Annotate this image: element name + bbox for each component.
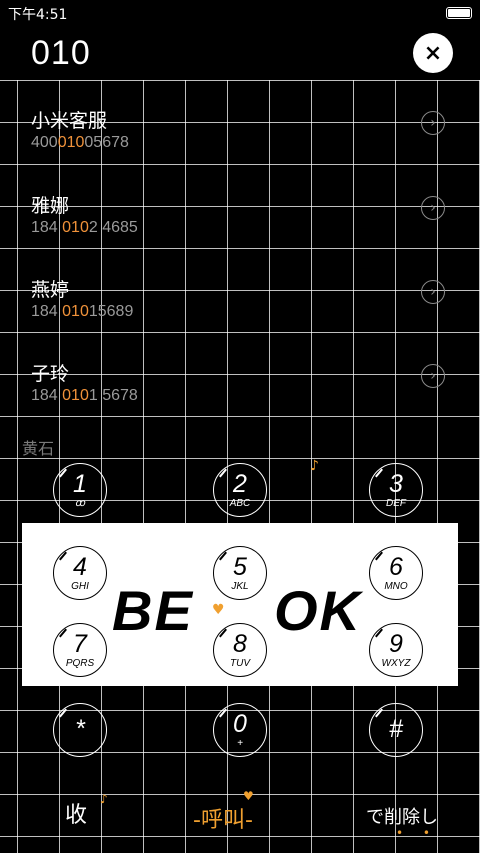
key-2[interactable]: 2 ABC: [213, 463, 267, 517]
collapse-keypad-button[interactable]: 收: [65, 797, 87, 829]
key-letters: DEF: [386, 497, 406, 509]
key-letters: +: [237, 737, 243, 749]
contact-row[interactable]: 子玲 184 0101 5678 ›: [0, 359, 480, 443]
contact-number: 184 0101 5678: [31, 387, 138, 404]
heart-icon: ♥: [212, 602, 225, 618]
contact-name: 雅娜: [31, 195, 70, 217]
heart-icon: ♥: [243, 789, 254, 803]
battery-icon: [446, 7, 472, 19]
partial-section-header: 黄石: [22, 439, 55, 458]
music-note-icon: ♪: [310, 458, 319, 474]
chevron-right-icon[interactable]: ›: [421, 280, 445, 304]
contact-row[interactable]: 小米客服 40001005678 ›: [0, 106, 480, 190]
key-5[interactable]: 5 JKL: [213, 546, 267, 600]
dial-input-display[interactable]: 010: [31, 34, 91, 73]
key-digit: 3: [389, 469, 403, 498]
key-star[interactable]: *: [53, 703, 107, 757]
key-letters: WXYZ: [381, 657, 411, 669]
banner-text-right: OK: [274, 579, 362, 642]
decorative-dots: • •: [396, 826, 438, 840]
chevron-right-icon[interactable]: ›: [421, 196, 445, 220]
key-4[interactable]: 4 GHI: [53, 546, 107, 600]
key-letters: TUV: [230, 657, 250, 669]
key-digit: 9: [389, 629, 403, 658]
voicemail-icon: ꝏ: [74, 497, 86, 509]
key-letters: JKL: [231, 580, 249, 592]
key-digit: 1: [73, 469, 87, 498]
chevron-right-icon[interactable]: ›: [421, 111, 445, 135]
music-note-icon: ♪: [100, 792, 108, 806]
key-digit: 8: [233, 629, 247, 658]
key-letters: PQRS: [65, 657, 95, 669]
chevron-right-icon[interactable]: ›: [421, 364, 445, 388]
clear-button[interactable]: ×: [413, 33, 453, 73]
contact-row[interactable]: 燕婷 184 01015689 ›: [0, 275, 480, 359]
close-icon: ×: [423, 40, 443, 66]
banner-text-left: BE: [112, 579, 194, 642]
contact-number: 184 0102 4685: [31, 219, 138, 236]
key-1[interactable]: 1 ꝏ: [53, 463, 107, 517]
key-7[interactable]: 7 PQRS: [53, 623, 107, 677]
contact-name: 燕婷: [31, 279, 70, 301]
key-digit: 4: [73, 552, 87, 581]
key-digit: 6: [389, 552, 403, 581]
key-hash[interactable]: #: [369, 703, 423, 757]
contact-name: 小米客服: [31, 110, 108, 132]
contact-number: 184 01015689: [31, 303, 134, 320]
status-time: 下午4:51: [8, 7, 68, 23]
call-button[interactable]: -呼叫-: [193, 802, 253, 834]
key-letters: MNO: [384, 580, 408, 592]
contact-number: 40001005678: [31, 134, 129, 151]
contact-name: 子玲: [31, 363, 70, 385]
key-8[interactable]: 8 TUV: [213, 623, 267, 677]
key-3[interactable]: 3 DEF: [369, 463, 423, 517]
contact-row[interactable]: 雅娜 184 0102 4685 ›: [0, 191, 480, 275]
key-0[interactable]: 0 +: [213, 703, 267, 757]
key-digit: #: [389, 714, 403, 743]
key-digit: *: [75, 714, 85, 743]
key-digit: 7: [73, 629, 87, 658]
key-digit: 5: [233, 552, 247, 581]
key-digit: 0: [233, 709, 247, 738]
key-letters: ABC: [229, 497, 251, 509]
key-6[interactable]: 6 MNO: [369, 546, 423, 600]
key-9[interactable]: 9 WXYZ: [369, 623, 423, 677]
key-digit: 2: [233, 469, 247, 498]
status-bar: 下午4:51: [0, 0, 480, 26]
key-letters: GHI: [71, 580, 89, 592]
